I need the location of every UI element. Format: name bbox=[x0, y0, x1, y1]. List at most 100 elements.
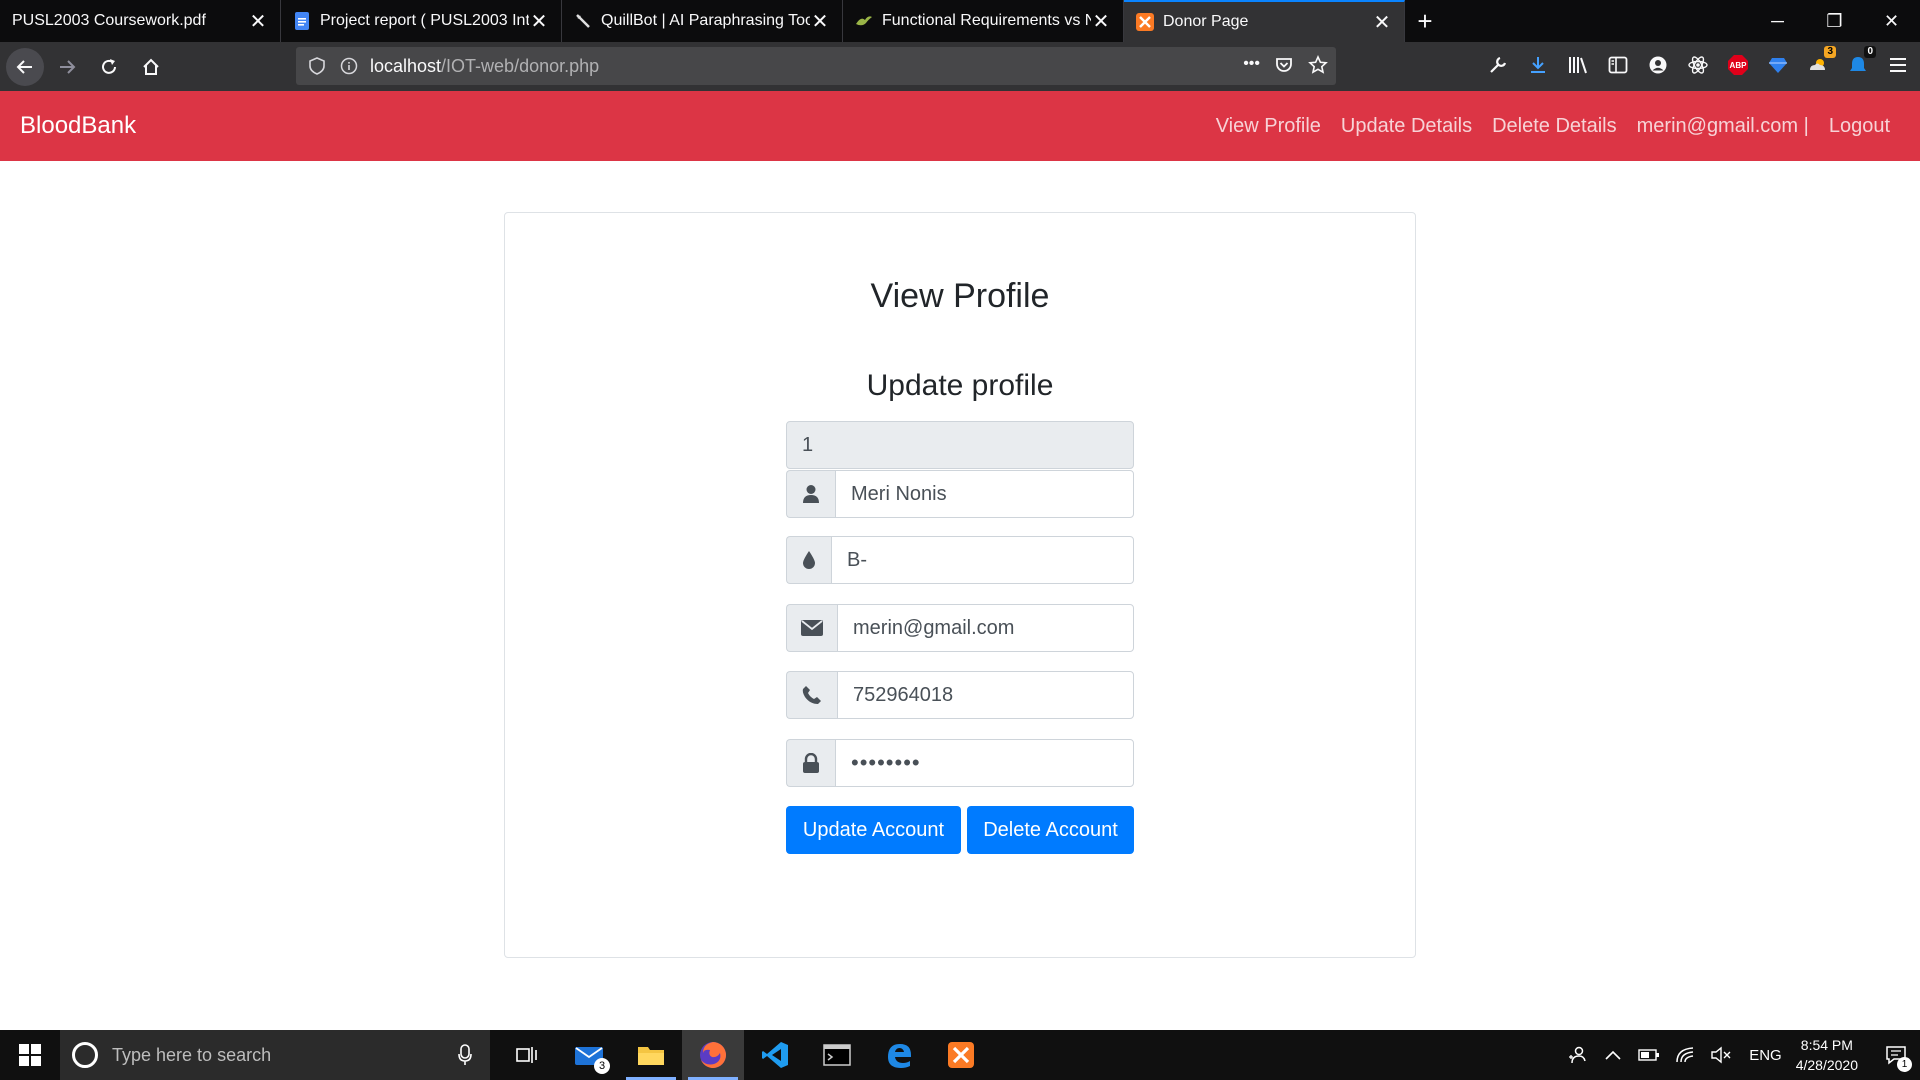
pocket-icon[interactable] bbox=[1274, 55, 1294, 80]
close-window-icon[interactable]: ✕ bbox=[1863, 0, 1920, 42]
tab-quillbot[interactable]: QuillBot | AI Paraphrasing Tool ✕ bbox=[562, 0, 843, 42]
language-indicator[interactable]: ENG bbox=[1749, 1047, 1782, 1064]
back-arrow-icon bbox=[16, 59, 32, 74]
update-account-button[interactable]: Update Account bbox=[786, 806, 961, 854]
close-icon[interactable]: ✕ bbox=[1372, 12, 1392, 34]
clock-time: 8:54 PM bbox=[1800, 1037, 1853, 1053]
window-controls: ─ ❐ ✕ bbox=[1749, 0, 1920, 42]
sidebar-icon[interactable] bbox=[1606, 52, 1630, 78]
bookmark-star-icon[interactable] bbox=[1308, 55, 1328, 80]
minimize-icon[interactable]: ─ bbox=[1749, 0, 1806, 42]
vscode-app-icon[interactable] bbox=[744, 1030, 806, 1080]
phone-input[interactable]: 752964018 bbox=[837, 671, 1134, 719]
close-icon[interactable]: ✕ bbox=[529, 11, 549, 33]
adblock-label: ABP bbox=[1729, 60, 1747, 70]
react-devtools-icon[interactable] bbox=[1686, 52, 1710, 78]
wrench-icon[interactable] bbox=[1486, 52, 1510, 78]
delete-account-button[interactable]: Delete Account bbox=[967, 806, 1134, 854]
library-icon[interactable] bbox=[1566, 52, 1590, 78]
email-input[interactable]: merin@gmail.com bbox=[837, 604, 1134, 652]
back-button[interactable] bbox=[6, 47, 44, 86]
quillbot-icon bbox=[574, 12, 592, 30]
bird-icon bbox=[855, 12, 873, 30]
close-icon[interactable]: ✕ bbox=[248, 11, 268, 33]
tab-coursework-pdf[interactable]: PUSL2003 Coursework.pdf ✕ bbox=[0, 0, 281, 42]
form-title: Update profile bbox=[866, 369, 1054, 402]
clock[interactable]: 8:54 PM 4/28/2020 bbox=[1796, 1035, 1858, 1075]
address-bar[interactable]: localhost/IOT-web/donor.php ••• bbox=[296, 47, 1336, 85]
tab-functional-requirements[interactable]: Functional Requirements vs No ✕ bbox=[843, 0, 1124, 42]
reload-icon bbox=[102, 58, 116, 74]
clock-date: 4/28/2020 bbox=[1795, 1057, 1858, 1073]
close-icon[interactable]: ✕ bbox=[1091, 11, 1111, 33]
page-actions-icon[interactable]: ••• bbox=[1243, 55, 1260, 80]
windows-start-button[interactable] bbox=[0, 1030, 60, 1080]
forward-button[interactable] bbox=[48, 48, 86, 86]
blood-drop-icon bbox=[786, 536, 831, 584]
terminal-app-icon[interactable] bbox=[806, 1030, 868, 1080]
info-icon[interactable] bbox=[338, 55, 360, 77]
file-explorer-icon[interactable] bbox=[620, 1030, 682, 1080]
windows-taskbar: Type here to search 3 ENG 8:54 PM 4/28/2… bbox=[0, 1030, 1920, 1080]
google-docs-icon bbox=[293, 12, 311, 30]
tab-title: Donor Page bbox=[1163, 13, 1249, 30]
mail-badge: 3 bbox=[594, 1058, 610, 1074]
url-path: /IOT-web/donor.php bbox=[441, 55, 600, 76]
xampp-icon bbox=[1136, 13, 1154, 31]
phone-field: 752964018 bbox=[786, 671, 1134, 719]
home-button[interactable] bbox=[132, 48, 170, 86]
notifier-extension-icon[interactable]: 0 bbox=[1846, 46, 1876, 78]
name-input[interactable]: Meri Nonis bbox=[835, 470, 1134, 518]
wifi-icon[interactable] bbox=[1671, 1030, 1699, 1080]
diamond-extension-icon[interactable] bbox=[1766, 52, 1790, 78]
nav-view-profile[interactable]: View Profile bbox=[1216, 115, 1321, 138]
downloads-pending-badge: 3 bbox=[1824, 46, 1836, 58]
nav-logout[interactable]: Logout bbox=[1829, 115, 1890, 138]
url-host: localhost bbox=[370, 55, 442, 76]
nav-user-email[interactable]: merin@gmail.com | bbox=[1637, 115, 1809, 138]
password-input[interactable]: •••••••• bbox=[835, 739, 1134, 787]
tab-project-report[interactable]: Project report ( PUSL2003 Integ ✕ bbox=[281, 0, 562, 42]
download-icon[interactable] bbox=[1526, 52, 1550, 78]
phone-icon bbox=[786, 671, 837, 719]
nav-update-details[interactable]: Update Details bbox=[1341, 115, 1472, 138]
mail-app-icon[interactable]: 3 bbox=[558, 1030, 620, 1080]
close-icon[interactable]: ✕ bbox=[810, 11, 830, 33]
hamburger-menu-icon[interactable] bbox=[1886, 52, 1910, 78]
task-view-icon[interactable] bbox=[496, 1030, 558, 1080]
weather-extension-icon[interactable]: 3 bbox=[1806, 46, 1836, 78]
url-text: localhost/IOT-web/donor.php bbox=[370, 56, 599, 77]
firefox-app-icon[interactable] bbox=[682, 1030, 744, 1080]
user-icon bbox=[786, 470, 835, 518]
blood-group-input[interactable]: B- bbox=[831, 536, 1134, 584]
donor-id-input[interactable]: 1 bbox=[786, 421, 1134, 469]
chevron-up-icon[interactable] bbox=[1599, 1030, 1627, 1080]
email-field: merin@gmail.com bbox=[786, 604, 1134, 652]
shield-icon[interactable] bbox=[306, 55, 328, 77]
blood-group-field: B- bbox=[786, 536, 1134, 584]
envelope-icon bbox=[786, 604, 837, 652]
action-center-icon[interactable]: 1 bbox=[1872, 1030, 1920, 1080]
taskbar-search[interactable]: Type here to search bbox=[60, 1030, 490, 1080]
new-tab-button[interactable]: + bbox=[1405, 0, 1445, 42]
brand-logo[interactable]: BloodBank bbox=[20, 112, 136, 140]
edge-app-icon[interactable] bbox=[868, 1030, 930, 1080]
microphone-icon[interactable] bbox=[458, 1044, 472, 1071]
battery-icon[interactable] bbox=[1635, 1030, 1663, 1080]
windows-logo-icon bbox=[19, 1044, 41, 1066]
nav-delete-details[interactable]: Delete Details bbox=[1492, 115, 1617, 138]
volume-muted-icon[interactable] bbox=[1707, 1030, 1735, 1080]
account-icon[interactable] bbox=[1646, 52, 1670, 78]
xampp-app-icon[interactable] bbox=[930, 1030, 992, 1080]
id-field: 1 bbox=[786, 421, 1134, 469]
tab-title: Project report ( PUSL2003 Integ bbox=[320, 12, 529, 29]
site-navbar: BloodBank View Profile Update Details De… bbox=[0, 91, 1920, 161]
tab-donor-page[interactable]: Donor Page ✕ bbox=[1124, 0, 1405, 42]
reload-button[interactable] bbox=[90, 48, 128, 86]
taskbar-apps: 3 bbox=[496, 1030, 992, 1080]
profile-card: View Profile Update profile 1 Meri Nonis… bbox=[504, 212, 1416, 958]
people-icon[interactable] bbox=[1563, 1030, 1591, 1080]
restore-icon[interactable]: ❐ bbox=[1806, 0, 1863, 42]
system-tray: ENG 8:54 PM 4/28/2020 1 bbox=[1555, 1030, 1920, 1080]
adblock-plus-icon[interactable]: ABP bbox=[1726, 52, 1750, 78]
